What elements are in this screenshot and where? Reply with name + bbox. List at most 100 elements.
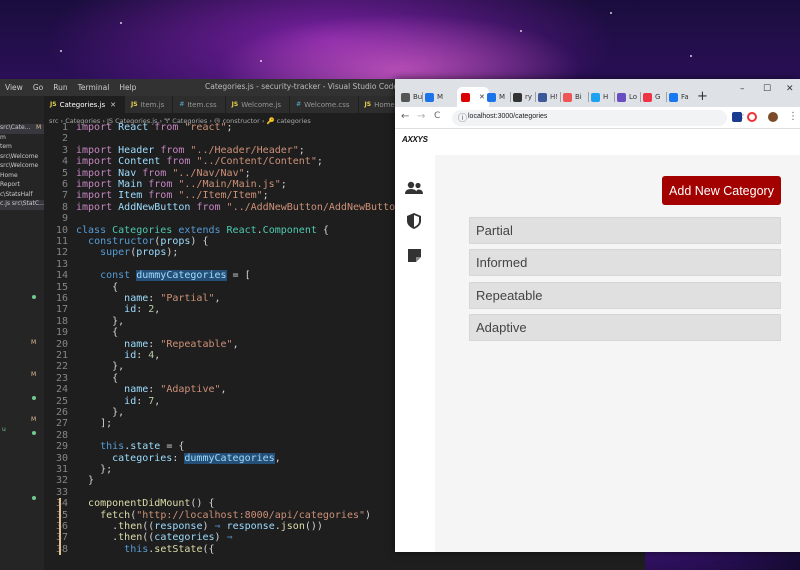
explorer-item[interactable]: Home xyxy=(0,172,44,182)
code-token: : xyxy=(172,452,185,464)
logo[interactable]: AXXYS xyxy=(402,135,428,144)
chrome-tab[interactable]: Fa xyxy=(669,87,689,107)
code-line[interactable]: 16 name: "Partial", xyxy=(44,293,221,305)
explorer-item[interactable]: m xyxy=(0,134,44,144)
explorer-item[interactable]: c\StatsHalf xyxy=(0,191,44,201)
tab-separator xyxy=(640,92,641,102)
tab-item-js[interactable]: JS Item.js xyxy=(125,96,174,113)
tab-welcome-css[interactable]: # Welcome.css xyxy=(290,96,359,113)
menu-icon[interactable]: ⋮ xyxy=(788,111,798,122)
menu-go[interactable]: Go xyxy=(28,83,48,92)
code-line[interactable]: 31 }; xyxy=(44,464,112,476)
tab-categories-js[interactable]: JS Categories.js ✕ xyxy=(44,96,125,113)
chrome-tab[interactable]: G xyxy=(643,87,660,107)
code-line[interactable]: 9 xyxy=(44,213,76,225)
code-token: "../Content/Content" xyxy=(196,156,317,168)
line-number: 8 xyxy=(61,201,68,213)
code-line[interactable]: 7 import Item from "../Item/Item"; xyxy=(44,190,269,202)
code-line[interactable]: 17 id: 2, xyxy=(44,304,160,316)
code-line[interactable]: 33 xyxy=(44,487,76,499)
category-item[interactable]: Adaptive xyxy=(469,314,781,341)
close-button[interactable]: ✕ xyxy=(786,84,794,94)
code-line[interactable]: 22 }, xyxy=(44,361,124,373)
code-line[interactable]: 10 class Categories extends React.Compone… xyxy=(44,225,329,237)
chrome-tab[interactable]: Bu xyxy=(401,87,422,107)
chrome-tab-label: M xyxy=(437,93,444,101)
note-icon[interactable] xyxy=(403,244,425,266)
explorer-item[interactable]: src\Cate... M xyxy=(0,124,44,134)
add-new-category-button[interactable]: Add New Category xyxy=(662,176,781,205)
close-icon[interactable]: ✕ xyxy=(479,93,485,101)
address-bar[interactable]: ⓘ localhost:3000/categories ☆ xyxy=(452,110,745,126)
chrome-tab[interactable]: M xyxy=(425,87,443,107)
extension-icon[interactable] xyxy=(732,112,742,122)
avatar[interactable] xyxy=(768,112,778,122)
info-icon[interactable]: ⓘ xyxy=(458,111,467,124)
code-line[interactable]: 19 { xyxy=(44,327,118,339)
extension-icon[interactable] xyxy=(747,112,757,122)
menu-view[interactable]: View xyxy=(0,83,28,92)
chrome-tab[interactable]: Bi xyxy=(563,87,582,107)
menu-help[interactable]: Help xyxy=(114,83,141,92)
code-line[interactable]: 21 id: 4, xyxy=(44,350,160,362)
forward-icon[interactable]: → xyxy=(417,111,425,122)
close-icon[interactable]: ✕ xyxy=(110,101,116,109)
code-line[interactable]: 28 xyxy=(44,430,76,442)
menu-run[interactable]: Run xyxy=(48,83,72,92)
code-line[interactable]: 34 componentDidMount() { xyxy=(44,498,215,510)
category-item[interactable]: Partial xyxy=(469,217,781,244)
explorer-item[interactable]: src\Welcome xyxy=(0,153,44,163)
code-line[interactable]: 8 import AddNewButton from "../AddNewButt… xyxy=(44,202,407,214)
maximize-button[interactable]: ☐ xyxy=(763,84,771,94)
reload-icon[interactable]: C xyxy=(434,111,440,121)
code-line[interactable]: 23 { xyxy=(44,373,118,385)
code-line[interactable]: 12 super(props); xyxy=(44,247,178,259)
menu-terminal[interactable]: Terminal xyxy=(73,83,115,92)
back-icon[interactable]: ← xyxy=(401,111,409,122)
code-line[interactable]: 26 }, xyxy=(44,407,124,419)
code-line[interactable]: 25 id: 7, xyxy=(44,396,160,408)
code-token: this xyxy=(124,543,149,555)
code-line[interactable]: 11 constructor(props) { xyxy=(44,236,209,248)
code-line[interactable]: 14 const dummyCategories = [ xyxy=(44,270,251,282)
tab-welcome-js[interactable]: JS Welcome.js xyxy=(225,96,291,113)
code-line[interactable]: 13 xyxy=(44,259,76,271)
explorer-item[interactable]: c.js src\StatC... xyxy=(0,200,44,210)
favicon-icon xyxy=(461,92,470,102)
code-line[interactable]: 6 import Main from "../Main/Main.js"; xyxy=(44,179,287,191)
explorer-item[interactable]: Report xyxy=(0,181,44,191)
code-line[interactable]: 29 this.state = { xyxy=(44,441,184,453)
code-line[interactable]: 35 fetch("http://localhost:8000/api/cate… xyxy=(44,510,371,522)
category-item[interactable]: Informed xyxy=(469,249,781,276)
code-line[interactable]: 36 .then((response) ⇒ response.json()) xyxy=(44,521,323,533)
code-line[interactable]: 4 import Content from "../Content/Content… xyxy=(44,156,323,168)
chrome-tab-active[interactable]: ✕ xyxy=(457,87,489,107)
explorer-item[interactable]: src\Welcome xyxy=(0,162,44,172)
code-line[interactable]: 5 import Nav from "../Nav/Nav"; xyxy=(44,168,251,180)
code-line[interactable]: 1 import React from "react"; xyxy=(44,122,233,134)
code-line[interactable]: 20 name: "Repeatable", xyxy=(44,339,239,351)
chrome-tab[interactable]: Lo xyxy=(617,87,637,107)
chrome-tab[interactable]: ry xyxy=(513,87,532,107)
chrome-tab[interactable]: M xyxy=(487,87,505,107)
code-line[interactable]: 15 { xyxy=(44,282,118,294)
code-line[interactable]: 18 }, xyxy=(44,316,124,328)
code-line[interactable]: 38 this.setState({ xyxy=(44,544,215,556)
explorer-item[interactable]: tem xyxy=(0,143,44,153)
code-line[interactable]: 2 xyxy=(44,133,76,145)
category-item[interactable]: Repeatable xyxy=(469,282,781,309)
new-tab-button[interactable]: + xyxy=(697,89,708,104)
users-icon[interactable] xyxy=(403,177,425,199)
shield-icon[interactable] xyxy=(403,210,425,232)
chrome-tab[interactable]: H! xyxy=(538,87,558,107)
minimize-button[interactable]: – xyxy=(740,84,745,94)
chrome-tab[interactable]: H xyxy=(591,87,608,107)
code-line[interactable]: 24 name: "Adaptive", xyxy=(44,384,227,396)
code-line[interactable]: 32 } xyxy=(44,475,94,487)
code-line[interactable]: 37 .then((categories) ⇒ xyxy=(44,532,233,544)
code-line[interactable]: 3 import Header from "../Header/Header"; xyxy=(44,145,305,157)
code-line[interactable]: 30 categories: dummyCategories, xyxy=(44,452,281,465)
code-line[interactable]: 27 ]; xyxy=(44,418,112,430)
tab-item-css[interactable]: # Item.css xyxy=(173,96,226,113)
